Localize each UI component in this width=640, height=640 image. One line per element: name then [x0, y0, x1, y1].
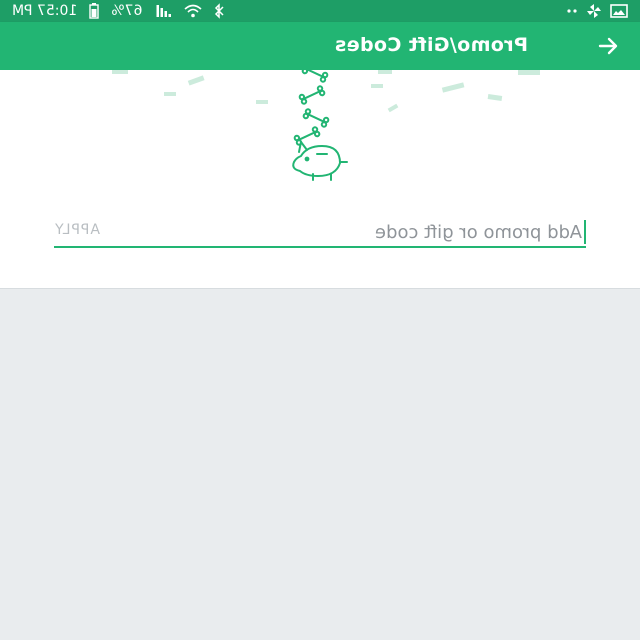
- signal-icon: [154, 4, 172, 18]
- promo-card: APPLY: [0, 70, 640, 289]
- status-time: 10:57 PM: [12, 3, 78, 19]
- app-bar: Promo/Gift Codes: [0, 22, 640, 70]
- bluetooth-icon: [214, 3, 224, 19]
- promo-code-row: APPLY: [54, 216, 586, 248]
- battery-icon: [89, 3, 100, 19]
- piggy-bank-icon: [292, 141, 348, 181]
- status-bar: 67% 10:57 PM: [0, 0, 640, 22]
- apply-button[interactable]: APPLY: [54, 222, 100, 238]
- arrow-back-icon: [598, 37, 618, 55]
- battery-percent: 67%: [111, 3, 143, 19]
- back-button[interactable]: [594, 32, 622, 60]
- wifi-icon: [184, 4, 202, 18]
- promo-code-input[interactable]: [190, 220, 586, 244]
- app-screen: 67% 10:57 PM Promo/Gift Codes Add promo …: [0, 0, 640, 640]
- pinwheel-icon: [586, 3, 602, 19]
- gallery-icon: [610, 4, 628, 18]
- bone-icon: [293, 70, 330, 146]
- more-dots-icon: [566, 8, 578, 14]
- piggy-bank-illustration: [112, 70, 540, 181]
- page-title: Promo/Gift Codes: [334, 34, 528, 56]
